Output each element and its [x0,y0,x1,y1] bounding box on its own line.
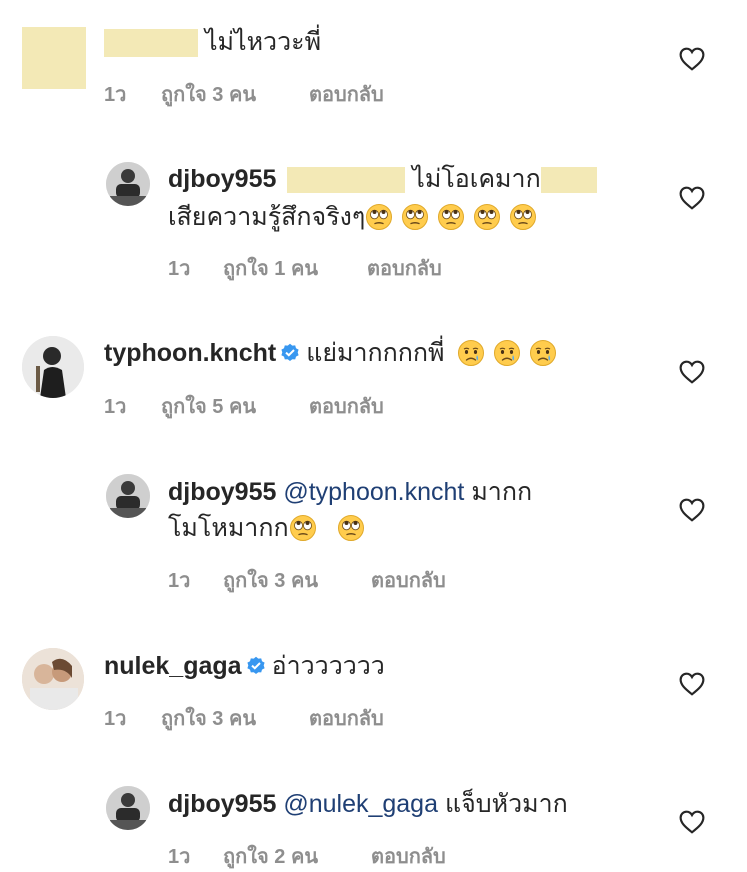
crying-emoji-icon [529,339,557,367]
comment-text-2: โมโหมากก [168,514,289,542]
timestamp: 1ว [104,708,127,730]
verified-badge-icon [246,656,265,674]
likes-count[interactable]: ถูกใจ 2 คน [223,840,371,872]
mention-link[interactable]: @typhoon.kncht [283,478,464,506]
crying-emoji-group [457,339,565,367]
comment-text: ไม่ไหววะพี่ [204,28,322,56]
heart-outline-icon[interactable] [679,672,705,696]
likes-count[interactable]: ถูกใจ 3 คน [161,702,309,734]
mention-link[interactable]: @nulek_gaga [283,790,438,818]
avatar[interactable] [106,786,150,830]
heart-outline-icon[interactable] [679,498,705,522]
eye-roll-emoji-icon [365,203,393,231]
username[interactable]: djboy955 [168,790,276,818]
eye-roll-emoji-icon [437,203,465,231]
eye-roll-emoji-icon [473,203,501,231]
comment-text-line: djboy955 ไม่โอเคมาก [168,161,597,197]
comment-text-line: nulek_gaga อ่าวววววว [104,648,385,684]
avatar[interactable] [106,474,150,518]
heart-outline-icon[interactable] [679,810,705,834]
eye-roll-emoji-group [289,514,373,542]
eye-roll-emoji-icon [337,514,365,542]
eye-roll-emoji-icon [509,203,537,231]
likes-count[interactable]: ถูกใจ 5 คน [161,390,309,422]
username[interactable]: nulek_gaga [104,652,242,680]
timestamp: 1ว [104,396,127,418]
comment-text-2: เสียความรู้สึกจริงๆ [168,203,366,231]
timestamp: 1ว [104,84,127,106]
comment-text: แย่มากกกกพี่ [306,339,445,367]
heart-outline-icon[interactable] [679,360,705,384]
reply-button[interactable]: ตอบกลับ [367,252,442,284]
reply-button[interactable]: ตอบกลับ [309,78,384,110]
comment-text-line: djboy955 @typhoon.kncht มากก [168,474,532,510]
likes-count[interactable]: ถูกใจ 3 คน [161,78,309,110]
reply-button[interactable]: ตอบกลับ [371,840,446,872]
comment-text-line: typhoon.kncht แย่มากกกกพี่ [104,335,565,371]
likes-count[interactable]: ถูกใจ 3 คน [223,564,371,596]
redacted-text [540,167,597,194]
timestamp: 1ว [168,570,191,592]
eye-roll-emoji-group [365,203,545,231]
comment-meta: 1ว ถูกใจ 2 คน ตอบกลับ [168,840,446,872]
avatar[interactable] [22,336,84,398]
comment-text: ไม่โอเคมาก [412,165,541,193]
crying-emoji-icon [493,339,521,367]
avatar[interactable] [22,648,84,710]
comment-text: มากก [471,478,533,506]
comment-text-line-2: โมโหมากก [168,510,373,546]
redacted-mention [287,167,406,194]
comment-meta: 1ว ถูกใจ 3 คน ตอบกลับ [104,702,384,734]
crying-emoji-icon [457,339,485,367]
username[interactable]: typhoon.kncht [104,339,276,367]
comment-text-line-2: เสียความรู้สึกจริงๆ [168,199,545,235]
comment-meta: 1ว ถูกใจ 3 คน ตอบกลับ [104,78,384,110]
likes-count[interactable]: ถูกใจ 1 คน [223,252,367,284]
comment-meta: 1ว ถูกใจ 3 คน ตอบกลับ [168,564,446,596]
timestamp: 1ว [168,258,191,280]
comment-meta: 1ว ถูกใจ 5 คน ตอบกลับ [104,390,384,422]
comment-text-line: ไม่ไหววะพี่ [104,24,321,60]
comment-text: อ่าวววววว [271,652,385,680]
username[interactable]: djboy955 [168,478,276,506]
comment-text-line: djboy955 @nulek_gaga แจ็บหัวมาก [168,786,568,822]
avatar[interactable] [22,27,86,89]
reply-button[interactable]: ตอบกลับ [309,702,384,734]
timestamp: 1ว [168,846,191,868]
heart-outline-icon[interactable] [679,186,705,210]
heart-outline-icon[interactable] [679,47,705,71]
reply-button[interactable]: ตอบกลับ [309,390,384,422]
redacted-username [104,29,198,58]
comment-meta: 1ว ถูกใจ 1 คน ตอบกลับ [168,252,442,284]
username[interactable]: djboy955 [168,165,276,193]
reply-button[interactable]: ตอบกลับ [371,564,446,596]
eye-roll-emoji-icon [401,203,429,231]
verified-badge-icon [281,343,299,361]
comment-text: แจ็บหัวมาก [444,790,568,818]
eye-roll-emoji-icon [289,514,317,542]
avatar[interactable] [106,162,150,206]
